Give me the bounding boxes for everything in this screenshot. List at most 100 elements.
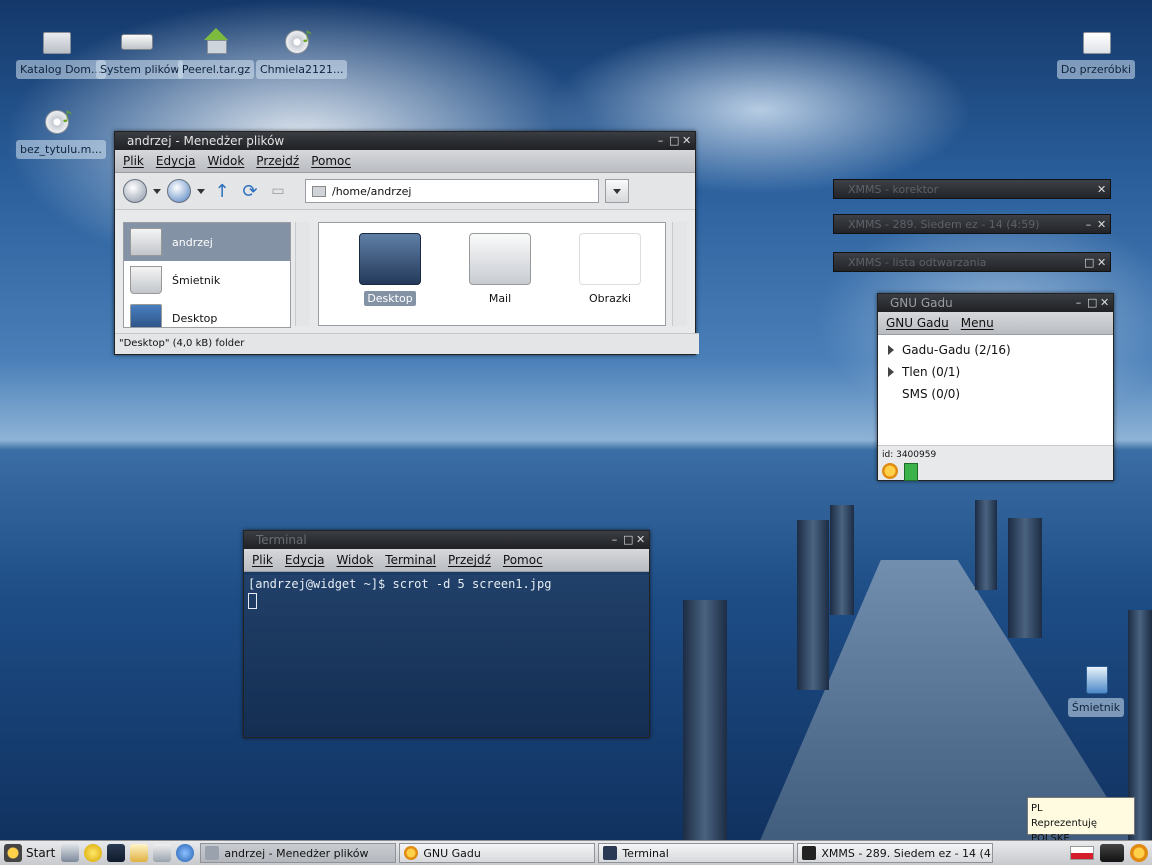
gnu-gadu-titlebar[interactable]: GNU Gadu – □ ✕ [878, 294, 1113, 312]
sidebar-item-label: andrzej [172, 235, 213, 249]
poland-flag-icon[interactable] [1070, 846, 1094, 860]
gadu-status-icon[interactable] [882, 463, 898, 479]
close-button[interactable]: ✕ [1097, 215, 1106, 235]
start-button[interactable]: Start [0, 841, 61, 865]
sidebar-item-smietnik[interactable]: Śmietnik [124, 261, 290, 299]
sidebar-scrollbar[interactable] [295, 222, 310, 326]
control-center-icon[interactable] [61, 844, 80, 862]
folder-icon [579, 233, 641, 285]
expand-triangle-icon[interactable] [888, 345, 894, 355]
home-icon[interactable]: ▭ [267, 183, 289, 199]
file-item-desktop[interactable]: Desktop [347, 233, 433, 325]
maximize-button[interactable]: □ [623, 531, 633, 549]
menu-edycja[interactable]: Edycja [285, 549, 325, 571]
desktop-icon-archive[interactable]: Peerel.tar.gz [176, 26, 256, 79]
menu-przejdz[interactable]: Przejdź [448, 549, 491, 571]
gnu-gadu-window[interactable]: GNU Gadu – □ ✕ GNU Gadu Menu Gadu-Gadu (… [877, 293, 1114, 481]
window-title: GNU Gadu [890, 296, 953, 310]
menu-widok[interactable]: Widok [207, 150, 244, 172]
menu-terminal[interactable]: Terminal [385, 549, 436, 571]
sidebar-item-label: Desktop [172, 311, 218, 325]
forward-history-dropdown[interactable] [197, 188, 205, 194]
maximize-button[interactable]: □ [1084, 253, 1094, 273]
task-file-manager[interactable]: andrzej - Menedżer plików [200, 843, 397, 863]
forward-button[interactable] [167, 179, 191, 203]
editor-icon[interactable] [130, 844, 149, 862]
folder-icon [312, 185, 326, 197]
home-icon[interactable] [153, 844, 172, 862]
minimize-button[interactable]: – [656, 132, 665, 150]
file-manager-window[interactable]: andrzej - Menedżer plików – □ ✕ Plik Edy… [114, 131, 699, 355]
maximize-button[interactable]: □ [669, 132, 679, 150]
file-view-scrollbar[interactable] [672, 222, 687, 326]
terminal-output[interactable]: [andrzej@widget ~]$ scrot -d 5 screen1.j… [244, 575, 649, 737]
menu-pomoc[interactable]: Pomoc [311, 150, 351, 172]
task-xmms[interactable]: XMMS - 289. Siedem ez - 14 (4:59) [797, 843, 994, 863]
terminal-icon[interactable] [107, 844, 126, 862]
minimize-button[interactable]: – [1084, 215, 1093, 235]
terminal-titlebar[interactable]: Terminal – □ ✕ [244, 531, 649, 549]
audio-cd-icon [39, 106, 73, 136]
menu-gnu-gadu[interactable]: GNU Gadu [886, 312, 949, 334]
expand-triangle-icon[interactable] [888, 367, 894, 377]
pier-post [1008, 518, 1042, 638]
task-label: GNU Gadu [423, 846, 481, 860]
address-dropdown-button[interactable] [605, 179, 629, 203]
terminal-window[interactable]: Terminal – □ ✕ Plik Edycja Widok Termina… [243, 530, 650, 738]
back-history-dropdown[interactable] [153, 188, 161, 194]
toolbar: ↑ ⟳ ▭ /home/andrzej [115, 173, 695, 210]
sms-status-icon[interactable] [904, 463, 918, 481]
close-button[interactable]: ✕ [1097, 253, 1106, 273]
desktop-icon-audio-cd-2[interactable]: bez_tytulu.m... [16, 106, 106, 159]
menu-edycja[interactable]: Edycja [156, 150, 196, 172]
close-button[interactable]: ✕ [1100, 294, 1109, 312]
up-arrow-icon[interactable]: ↑ [211, 181, 233, 202]
group-sms[interactable]: SMS (0/0) [878, 383, 1113, 405]
group-label: Tlen (0/1) [902, 365, 961, 379]
pager-icon[interactable] [1100, 844, 1124, 862]
archive-icon [199, 26, 233, 56]
minimize-button[interactable]: – [610, 531, 619, 549]
file-manager-titlebar[interactable]: andrzej - Menedżer plików – □ ✕ [115, 132, 695, 150]
refresh-icon[interactable]: ⟳ [239, 181, 261, 202]
menu-widok[interactable]: Widok [336, 549, 373, 571]
address-bar[interactable]: /home/andrzej [305, 179, 599, 203]
desktop-icon-audio-cd[interactable]: Chmiela2121... [256, 26, 348, 79]
back-button[interactable] [123, 179, 147, 203]
desktop-icon-filesystem[interactable]: System plików [96, 26, 184, 79]
window-title: andrzej - Menedżer plików [127, 134, 285, 148]
sidebar-item-desktop[interactable]: Desktop [124, 299, 290, 327]
menu-plik[interactable]: Plik [123, 150, 144, 172]
xmms-playlist-window[interactable]: XMMS - lista odtwarzania □ ✕ [833, 252, 1111, 272]
desktop-icon-home[interactable]: Katalog Dom... [16, 26, 106, 79]
file-item-mail[interactable]: Mail [457, 233, 543, 325]
browser-icon[interactable] [176, 844, 195, 862]
menu-plik[interactable]: Plik [252, 549, 273, 571]
close-button[interactable]: ✕ [636, 531, 645, 549]
close-button[interactable]: ✕ [682, 132, 691, 150]
xmms-player-window[interactable]: XMMS - 289. Siedem ez - 14 (4:59) – ✕ [833, 214, 1111, 234]
desktop-icon-trash[interactable]: Śmietnik [1056, 664, 1136, 717]
user-id: id: 3400959 [882, 450, 937, 460]
gadu-tray-icon[interactable] [1130, 844, 1148, 862]
file-item-obrazki[interactable]: Obrazki [567, 233, 653, 325]
maximize-button[interactable]: □ [1087, 294, 1097, 312]
xmms-icon [802, 846, 817, 860]
desktop-icon-do-przerobki[interactable]: Do przeróbki [1056, 26, 1136, 79]
audio-cd-icon [279, 26, 313, 56]
close-button[interactable]: ✕ [1097, 180, 1106, 200]
file-item-label: Desktop [364, 291, 416, 306]
task-gnu-gadu[interactable]: GNU Gadu [399, 843, 596, 863]
group-tlen[interactable]: Tlen (0/1) [878, 361, 1113, 383]
menu-menu[interactable]: Menu [961, 312, 994, 334]
menu-pomoc[interactable]: Pomoc [503, 549, 543, 571]
xmms-equalizer-window[interactable]: XMMS - korektor ✕ [833, 179, 1111, 199]
menu-przejdz[interactable]: Przejdź [256, 150, 299, 172]
minimize-button[interactable]: – [1074, 294, 1083, 312]
lightbulb-icon[interactable] [84, 844, 103, 862]
sidebar-item-andrzej[interactable]: andrzej [124, 223, 290, 261]
task-terminal[interactable]: Terminal [598, 843, 795, 863]
group-label: SMS (0/0) [902, 387, 961, 401]
group-gadu-gadu[interactable]: Gadu-Gadu (2/16) [878, 339, 1113, 361]
